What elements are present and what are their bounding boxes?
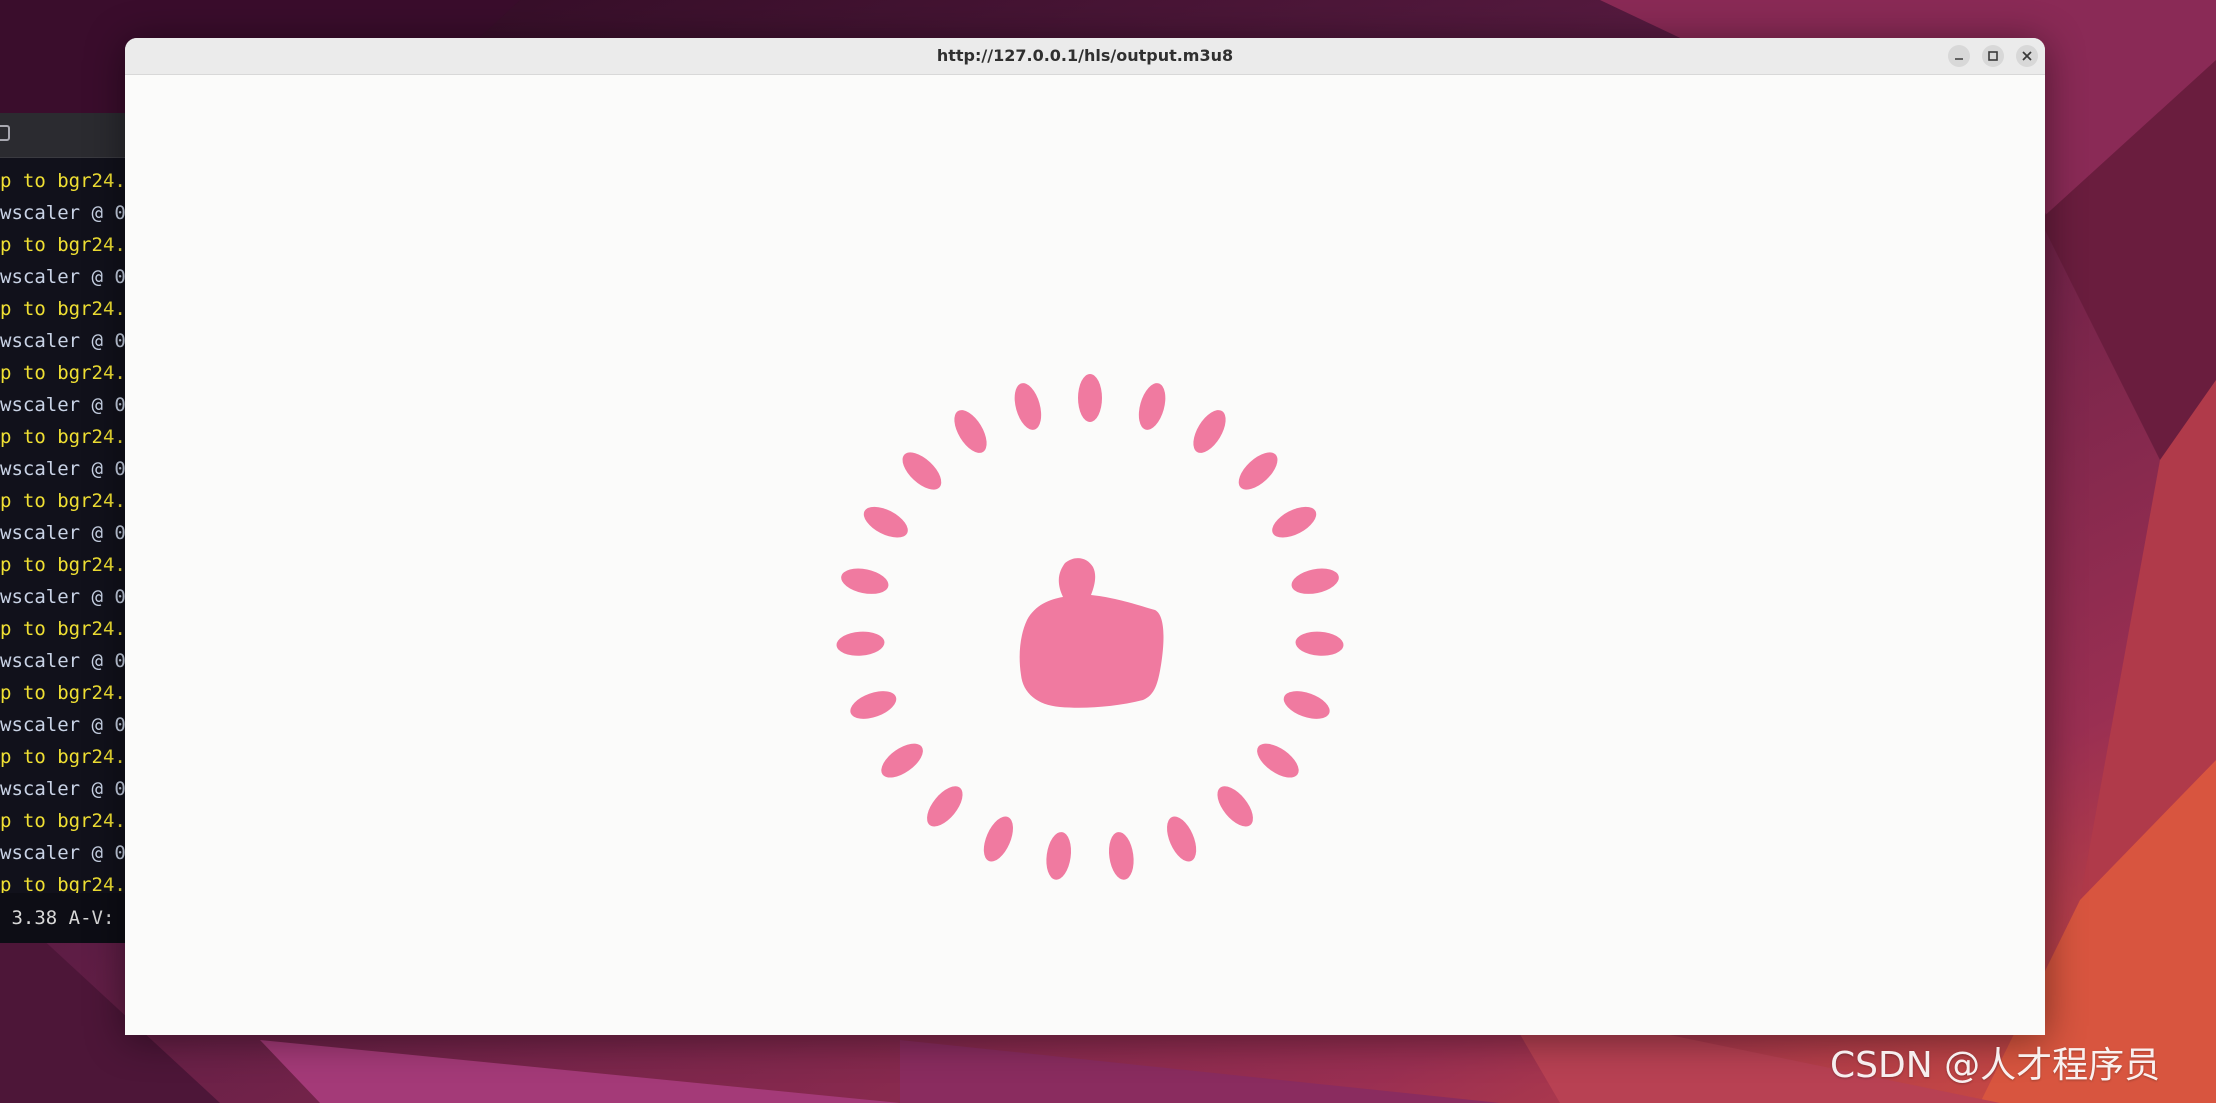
terminal-line: wscaler @ 0 (0, 394, 126, 416)
ring-dash (1217, 786, 1253, 827)
ring-dash (1078, 374, 1102, 422)
terminal-line: wscaler @ 0 (0, 266, 126, 288)
ring-dash (1193, 410, 1226, 453)
terminal-line: wscaler @ 0 (0, 202, 126, 224)
ring-dash (927, 786, 963, 827)
terminal-line: wscaler @ 0 (0, 842, 126, 864)
terminal-line: wscaler @ 0 (0, 778, 126, 800)
ring-dash (1167, 816, 1197, 862)
ring-dash (1046, 832, 1072, 880)
terminal-line: p to bgr24. (0, 746, 126, 768)
terminal-line: wscaler @ 0 (0, 714, 126, 736)
terminal-line: p to bgr24. (0, 426, 126, 448)
terminal-line: p to bgr24. (0, 170, 126, 192)
ring-dash (1014, 383, 1042, 430)
terminal-line: p to bgr24. (0, 554, 126, 576)
ring-dash (1257, 743, 1299, 778)
close-button[interactable] (2016, 45, 2038, 67)
window-title: http://127.0.0.1/hls/output.m3u8 (936, 46, 1234, 65)
video-frame-drawing (836, 374, 1344, 880)
video-player-window[interactable]: http://127.0.0.1/hls/output.m3u8 (125, 38, 2045, 1035)
ring-dash (1272, 506, 1317, 538)
video-frame[interactable] (125, 75, 2045, 1035)
terminal-line: p to bgr24. (0, 298, 126, 320)
ring-dash (954, 410, 987, 453)
terminal-line: wscaler @ 0 (0, 330, 126, 352)
window-titlebar[interactable]: http://127.0.0.1/hls/output.m3u8 (125, 38, 2045, 75)
ring-dash (1283, 691, 1330, 719)
terminal-line: p to bgr24. (0, 682, 126, 704)
terminal-line: p to bgr24. (0, 618, 126, 640)
terminal-line: wscaler @ 0 (0, 458, 126, 480)
thumbs-up-icon (1019, 558, 1164, 708)
ring-dash (1238, 452, 1278, 490)
terminal-line: wscaler @ 0 (0, 650, 126, 672)
terminal-line: p to bgr24. (0, 490, 126, 512)
terminal-line: p to bgr24. (0, 234, 126, 256)
new-tab-icon[interactable] (0, 125, 10, 141)
terminal-line: wscaler @ 0 (0, 586, 126, 608)
ring-dash (1138, 383, 1166, 430)
ring-dash (841, 568, 889, 594)
ring-dash (850, 691, 897, 719)
ring-dash (1108, 832, 1134, 880)
desktop: p to bgr24. wscaler @ 0 p to bgr24. wscaler… (0, 0, 2216, 1103)
terminal-output: p to bgr24. wscaler @ 0 p to bgr24. wscaler… (0, 165, 126, 901)
maximize-button[interactable] (1982, 45, 2004, 67)
maximize-icon (1988, 51, 1998, 61)
ring-dash (863, 506, 908, 538)
ring-dash (881, 743, 923, 778)
terminal-line: p to bgr24. (0, 362, 126, 384)
minimize-button[interactable] (1948, 45, 1970, 67)
ring-dash (1295, 631, 1344, 656)
close-icon (2022, 51, 2032, 61)
ring-dash (983, 816, 1013, 862)
ring-dash (902, 452, 942, 490)
terminal-line: p to bgr24. (0, 810, 126, 832)
ring-dash (836, 631, 885, 656)
ring-dash (1291, 568, 1339, 594)
minimize-icon (1955, 58, 1963, 60)
terminal-line: wscaler @ 0 (0, 522, 126, 544)
watermark: CSDN @人才程序员 (1830, 1045, 2161, 1086)
